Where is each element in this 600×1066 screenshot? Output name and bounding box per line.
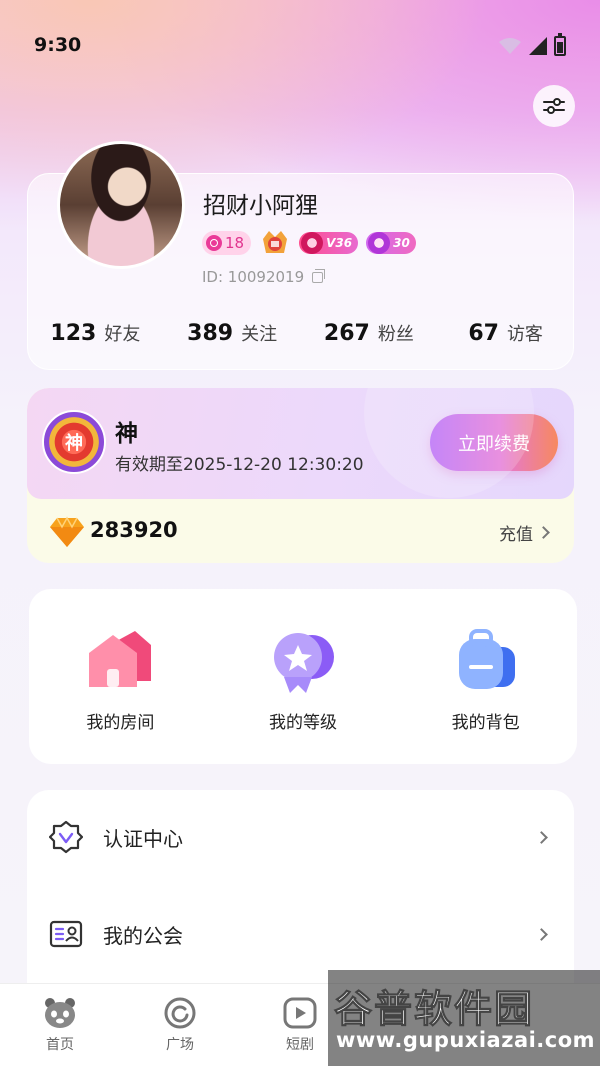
recharge-link[interactable]: 充值: [499, 520, 550, 545]
signal-icon: [529, 37, 547, 55]
diamond-balance: 283920: [90, 518, 178, 542]
verify-badge-icon: [49, 820, 83, 854]
watermark-title: 谷普软件园: [333, 987, 535, 1032]
stats-row: 123 好友 389 关注 267 粉丝 67 访客: [27, 320, 574, 346]
quick-actions-card: 我的房间 我的等级 我的背包: [29, 589, 577, 764]
vip-status-panel: 神 神 有效期至2025-12-20 12:30:20 立即续费: [27, 388, 574, 499]
menu-label: 我的公会: [103, 923, 183, 948]
stat-label: 好友: [104, 324, 141, 345]
vip-name: 神: [115, 421, 138, 447]
watermark: 谷普软件园 www.gupuxiazai.com: [328, 970, 600, 1066]
tab-label: 首页: [46, 1037, 74, 1053]
stat-friends[interactable]: 123 好友: [27, 320, 164, 346]
vip-expire: 有效期至2025-12-20 12:30:20: [115, 455, 364, 475]
vip-badge-text: V36: [326, 236, 353, 250]
watermark-url: www.gupuxiazai.com: [336, 1028, 596, 1052]
chevron-right-icon: [535, 830, 548, 844]
vip-emblem-icon: 神: [42, 410, 106, 474]
user-id-row: ID: 10092019: [202, 268, 326, 286]
level-badge: 18: [202, 231, 252, 255]
play-icon: [283, 997, 317, 1029]
chevron-right-icon: [535, 927, 548, 941]
wifi-icon: [499, 38, 521, 54]
vip-flower-icon: [301, 232, 324, 254]
diamond-icon: [50, 516, 84, 547]
vip-card: 神 神 有效期至2025-12-20 12:30:20 立即续费 283920 …: [27, 388, 574, 563]
menu-item-verification[interactable]: 认证中心: [27, 807, 574, 867]
vip-badge: V36: [299, 232, 359, 254]
stat-following[interactable]: 389 关注: [164, 320, 301, 346]
fan-badge-text: 30: [393, 236, 410, 250]
tab-home[interactable]: 首页: [0, 984, 120, 1066]
chevron-right-icon: [537, 526, 550, 539]
stat-value: 123: [50, 321, 97, 346]
house-icon: [89, 631, 152, 687]
vip-emblem-text: 神: [65, 433, 83, 454]
stat-value: 267: [323, 321, 370, 346]
menu-item-guild[interactable]: 我的公会: [27, 904, 574, 964]
fan-badge: 30: [366, 232, 416, 254]
stat-label: 粉丝: [377, 324, 414, 345]
avatar[interactable]: [57, 141, 185, 269]
settings-button[interactable]: [533, 85, 575, 127]
sliders-icon: [543, 98, 565, 114]
action-label: 我的背包: [451, 713, 520, 733]
tab-label: 短剧: [286, 1037, 314, 1053]
status-bar: 9:30: [0, 0, 600, 90]
guild-card-icon: [49, 920, 83, 948]
tab-square[interactable]: 广场: [120, 984, 240, 1066]
stat-value: 67: [468, 321, 499, 346]
status-time: 9:30: [34, 34, 82, 56]
action-my-room[interactable]: 我的房间: [29, 589, 212, 764]
crown-medal-icon: [263, 231, 288, 253]
level-number: 18: [225, 234, 245, 252]
action-my-level[interactable]: 我的等级: [212, 589, 395, 764]
nickname: 招财小阿狸: [203, 193, 318, 219]
user-id: ID: 10092019: [202, 268, 305, 286]
search-level-icon: [206, 235, 222, 251]
status-icons: [498, 33, 566, 56]
battery-icon: [554, 33, 566, 56]
recharge-label: 充值: [499, 525, 533, 545]
stat-value: 389: [187, 321, 234, 346]
stat-visitors[interactable]: 67 访客: [437, 320, 574, 346]
action-my-backpack[interactable]: 我的背包: [394, 589, 577, 764]
menu-label: 认证中心: [103, 826, 183, 851]
copy-icon[interactable]: [312, 268, 326, 283]
fan-gem-icon: [368, 232, 391, 254]
action-label: 我的等级: [269, 713, 337, 733]
stat-label: 关注: [241, 324, 278, 345]
stat-fans[interactable]: 267 粉丝: [301, 320, 438, 346]
stat-label: 访客: [506, 324, 543, 345]
square-icon: [164, 997, 196, 1029]
tab-label: 广场: [166, 1037, 194, 1053]
action-label: 我的房间: [86, 713, 155, 733]
badge-row: 18 V36 30: [202, 229, 416, 257]
level-star-icon: [274, 633, 334, 693]
backpack-icon: [458, 629, 515, 689]
panda-icon: [45, 998, 75, 1028]
renew-button[interactable]: 立即续费: [430, 414, 558, 471]
